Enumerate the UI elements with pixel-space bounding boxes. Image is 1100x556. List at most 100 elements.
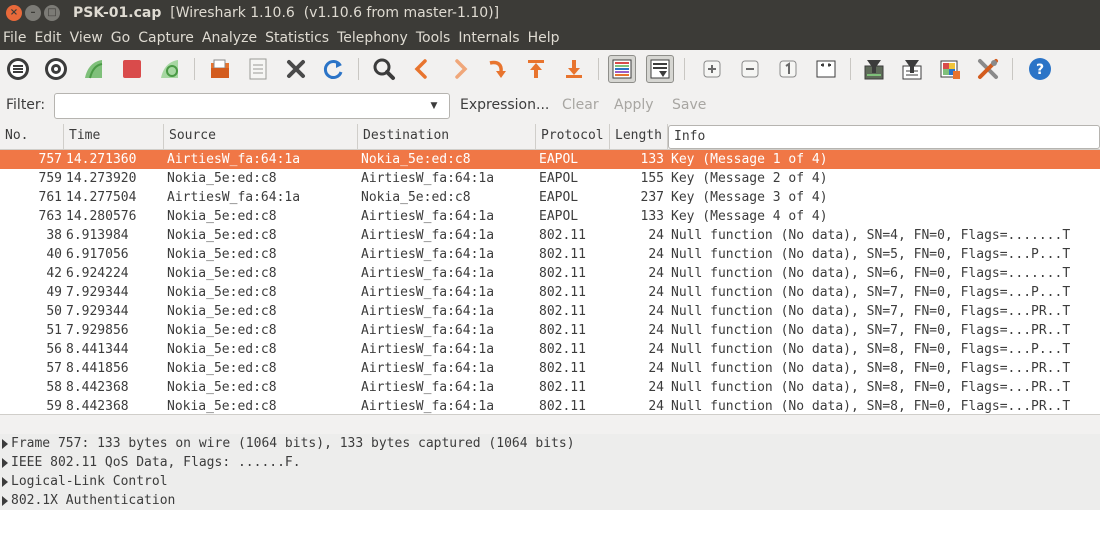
- title-bar: × – □ PSK-01.cap [Wireshark 1.10.6 (v1.1…: [0, 0, 1100, 26]
- table-row[interactable]: 763 14.280576 Nokia_5e:ed:c8 AirtiesW_fa:64…: [0, 207, 1100, 226]
- column-header-length[interactable]: Length: [610, 124, 668, 150]
- restart-capture-button[interactable]: [156, 55, 184, 83]
- table-row[interactable]: 759 14.273920 Nokia_5e:ed:c8 AirtiesW_fa:64…: [0, 169, 1100, 188]
- toolbar-separator: [598, 58, 599, 80]
- save-file-button[interactable]: [244, 55, 272, 83]
- table-row[interactable]: 40 6.917056 Nokia_5e:ed:c8 AirtiesW_fa:64:1…: [0, 245, 1100, 264]
- cell-info: Null function (No data), SN=8, FN=0, Fla…: [671, 361, 1071, 376]
- column-header-destination[interactable]: Destination: [358, 124, 536, 150]
- minimize-window-button[interactable]: –: [25, 5, 41, 21]
- column-header-time[interactable]: Time: [64, 124, 164, 150]
- menu-help[interactable]: Help: [528, 30, 564, 46]
- table-row[interactable]: 49 7.929344 Nokia_5e:ed:c8 AirtiesW_fa:64:1…: [0, 283, 1100, 302]
- filter-input[interactable]: [54, 93, 450, 119]
- interfaces-button[interactable]: [4, 55, 32, 83]
- clear-button[interactable]: Clear: [562, 97, 599, 113]
- go-last-button[interactable]: [560, 55, 588, 83]
- menu-file[interactable]: File: [3, 30, 30, 46]
- menu-internals[interactable]: Internals: [458, 30, 523, 46]
- preferences-button[interactable]: [974, 55, 1002, 83]
- go-first-button[interactable]: [522, 55, 550, 83]
- start-capture-button[interactable]: [80, 55, 108, 83]
- normal-size-button[interactable]: [774, 55, 802, 83]
- expand-triangle-icon[interactable]: [2, 496, 8, 506]
- cell-length: 24: [648, 304, 664, 319]
- pane-splitter[interactable]: [0, 414, 1100, 434]
- cell-source: AirtiesW_fa:64:1a: [167, 152, 301, 167]
- table-row[interactable]: 50 7.929344 Nokia_5e:ed:c8 AirtiesW_fa:64:1…: [0, 302, 1100, 321]
- detail-row-text: IEEE 802.11 QoS Data, Flags: ......F.: [11, 455, 301, 470]
- cell-source: Nokia_5e:ed:c8: [167, 171, 277, 186]
- close-window-button[interactable]: ×: [6, 5, 22, 21]
- table-row[interactable]: 761 14.277504 AirtiesW_fa:64:1a Nokia_5e:ed…: [0, 188, 1100, 207]
- capture-filters-button[interactable]: [860, 55, 888, 83]
- help-button[interactable]: ?: [1026, 55, 1054, 83]
- coloring-rules-icon: [940, 60, 960, 79]
- menu-capture[interactable]: Capture: [138, 30, 198, 46]
- menu-analyze[interactable]: Analyze: [202, 30, 261, 46]
- menu-go[interactable]: Go: [111, 30, 134, 46]
- filter-dropdown-icon[interactable]: ▼: [425, 98, 443, 114]
- cell-protocol: 802.11: [539, 228, 586, 243]
- colorize-button[interactable]: [608, 55, 636, 83]
- cell-info: Null function (No data), SN=8, FN=0, Fla…: [671, 342, 1071, 357]
- expand-triangle-icon[interactable]: [2, 458, 8, 468]
- find-packet-icon: [373, 58, 395, 80]
- maximize-window-button[interactable]: □: [44, 5, 60, 21]
- packet-details: Frame 757: 133 bytes on wire (1064 bits)…: [0, 434, 1100, 510]
- zoom-out-button[interactable]: [736, 55, 764, 83]
- menu-tools[interactable]: Tools: [416, 30, 455, 46]
- table-row[interactable]: 57 8.441856 Nokia_5e:ed:c8 AirtiesW_fa:64:1…: [0, 359, 1100, 378]
- table-row[interactable]: 38 6.913984 Nokia_5e:ed:c8 AirtiesW_fa:64:1…: [0, 226, 1100, 245]
- bytes-pane: [0, 510, 1100, 556]
- find-packet-button[interactable]: [370, 55, 398, 83]
- cell-length: 237: [640, 190, 664, 205]
- menu-edit[interactable]: Edit: [34, 30, 65, 46]
- cell-protocol: EAPOL: [539, 190, 579, 205]
- resize-columns-button[interactable]: [812, 55, 840, 83]
- capture-options-button[interactable]: [42, 55, 70, 83]
- interfaces-icon: [7, 58, 29, 80]
- filter-bar: Filter: ▼ Expression... Clear Apply Save: [0, 88, 1100, 124]
- go-back-button[interactable]: [408, 55, 436, 83]
- menu-telephony[interactable]: Telephony: [337, 30, 412, 46]
- main-toolbar: ?: [0, 50, 1100, 88]
- column-header-info[interactable]: Info: [668, 125, 1100, 149]
- zoom-in-button[interactable]: [698, 55, 726, 83]
- table-row[interactable]: 42 6.924224 Nokia_5e:ed:c8 AirtiesW_fa:64:1…: [0, 264, 1100, 283]
- save-file-icon: [249, 58, 267, 80]
- close-file-button[interactable]: [282, 55, 310, 83]
- toolbar-separator: [1012, 58, 1013, 80]
- display-filters-button[interactable]: [898, 55, 926, 83]
- column-header-source[interactable]: Source: [164, 124, 358, 150]
- menu-statistics[interactable]: Statistics: [265, 30, 333, 46]
- menu-view[interactable]: View: [70, 30, 107, 46]
- table-row[interactable]: 56 8.441344 Nokia_5e:ed:c8 AirtiesW_fa:64:1…: [0, 340, 1100, 359]
- auto-scroll-button[interactable]: [646, 55, 674, 83]
- go-forward-button[interactable]: [446, 55, 474, 83]
- expand-triangle-icon[interactable]: [2, 439, 8, 449]
- coloring-rules-button[interactable]: [936, 55, 964, 83]
- column-header-no[interactable]: No.: [0, 124, 64, 150]
- stop-capture-button[interactable]: [118, 55, 146, 83]
- column-header-protocol[interactable]: Protocol: [536, 124, 610, 150]
- save-filter-button[interactable]: Save: [672, 97, 706, 113]
- cell-time: 8.441856: [66, 361, 129, 376]
- table-row[interactable]: 51 7.929856 Nokia_5e:ed:c8 AirtiesW_fa:64:1…: [0, 321, 1100, 340]
- go-to-packet-button[interactable]: [484, 55, 512, 83]
- expression-button[interactable]: Expression...: [460, 97, 549, 113]
- apply-button[interactable]: Apply: [614, 97, 654, 113]
- cell-time: 8.442368: [66, 399, 129, 414]
- colorize-icon: [612, 59, 632, 79]
- open-file-button[interactable]: [206, 55, 234, 83]
- cell-source: Nokia_5e:ed:c8: [167, 399, 277, 414]
- reload-button[interactable]: [320, 55, 348, 83]
- table-row[interactable]: 59 8.442368 Nokia_5e:ed:c8 AirtiesW_fa:64:1…: [0, 397, 1100, 414]
- table-row[interactable]: 58 8.442368 Nokia_5e:ed:c8 AirtiesW_fa:64:1…: [0, 378, 1100, 397]
- cell-length: 133: [640, 209, 664, 224]
- expand-triangle-icon[interactable]: [2, 477, 8, 487]
- cell-no: 40: [46, 247, 62, 262]
- table-row[interactable]: 757 14.271360 AirtiesW_fa:64:1a Nokia_5e:ed…: [0, 150, 1100, 169]
- options-icon: [45, 58, 67, 80]
- help-icon: ?: [1029, 58, 1051, 80]
